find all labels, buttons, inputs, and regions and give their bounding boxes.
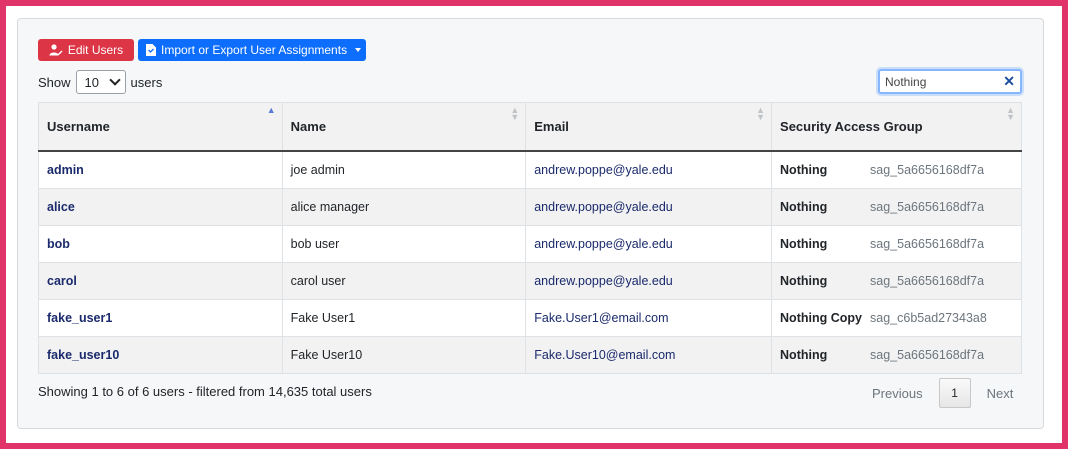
name-cell: Fake User10 bbox=[281, 336, 527, 374]
column-header-security-access-group[interactable]: Security Access Group ▲ ▼ bbox=[771, 102, 1022, 152]
group-id: sag_5a6656168df7a bbox=[870, 348, 985, 362]
import-export-button[interactable]: Import or Export User Assignments bbox=[138, 39, 366, 61]
group-id: sag_5a6656168df7a bbox=[870, 163, 985, 177]
name-cell: carol user bbox=[281, 262, 527, 300]
email-cell: Fake.User1@email.com bbox=[534, 311, 669, 325]
next-page-link[interactable]: Next bbox=[971, 386, 1030, 401]
table-row: fake_user10 Fake User10 Fake.User10@emai… bbox=[38, 336, 1022, 374]
table-row: alice alice manager andrew.poppe@yale.ed… bbox=[38, 188, 1022, 226]
group-id: sag_5a6656168df7a bbox=[870, 237, 985, 251]
users-label: users bbox=[130, 74, 163, 90]
email-cell: Fake.User10@email.com bbox=[534, 348, 676, 362]
name-cell: Fake User1 bbox=[281, 299, 527, 337]
username-cell[interactable]: carol bbox=[47, 274, 77, 288]
username-cell[interactable]: fake_user1 bbox=[47, 311, 112, 325]
previous-page-link[interactable]: Previous bbox=[856, 386, 939, 401]
clear-search-icon[interactable]: ✕ bbox=[1003, 73, 1015, 90]
sort-icon: ▲ ▼ bbox=[510, 105, 520, 122]
group-name: Nothing bbox=[780, 200, 828, 214]
page-length-select[interactable]: 10 bbox=[75, 70, 126, 94]
username-cell[interactable]: admin bbox=[47, 163, 84, 177]
chevron-down-icon bbox=[108, 74, 121, 86]
name-cell: alice manager bbox=[281, 188, 527, 226]
users-table: Username ▲ Name ▲ ▼ Email ▲ ▼ Security Acc… bbox=[38, 102, 1022, 374]
column-header-email[interactable]: Email ▲ ▼ bbox=[525, 102, 773, 152]
sort-icon: ▲ ▼ bbox=[1006, 105, 1015, 122]
show-label: Show bbox=[38, 74, 71, 90]
group-id: sag_5a6656168df7a bbox=[870, 274, 985, 288]
sort-icon: ▲ ▼ bbox=[756, 105, 766, 122]
table-row: admin joe admin andrew.poppe@yale.edu No… bbox=[38, 150, 1022, 189]
table-row: fake_user1 Fake User1 Fake.User1@email.c… bbox=[38, 299, 1022, 337]
group-name: Nothing bbox=[780, 237, 828, 251]
table-row: carol carol user andrew.poppe@yale.edu N… bbox=[38, 262, 1022, 300]
pagination: Previous 1 Next bbox=[856, 378, 1029, 408]
email-cell: andrew.poppe@yale.edu bbox=[534, 163, 673, 177]
username-cell[interactable]: alice bbox=[47, 200, 75, 214]
username-cell[interactable]: bob bbox=[47, 237, 70, 251]
search-input[interactable]: Nothing ✕ bbox=[878, 69, 1022, 94]
table-header-row: Username ▲ Name ▲ ▼ Email ▲ ▼ Security Acc… bbox=[38, 102, 1022, 152]
toolbar: Edit Users Import or Export User Assignm… bbox=[38, 39, 366, 61]
email-cell: andrew.poppe@yale.edu bbox=[534, 200, 673, 214]
column-header-name[interactable]: Name ▲ ▼ bbox=[281, 102, 527, 152]
search-value: Nothing bbox=[885, 74, 927, 89]
group-id: sag_5a6656168df7a bbox=[870, 200, 985, 214]
page-length-value: 10 bbox=[84, 74, 99, 90]
group-name: Nothing Copy bbox=[780, 311, 862, 325]
group-name: Nothing bbox=[780, 274, 828, 288]
table-info: Showing 1 to 6 of 6 users - filtered fro… bbox=[38, 384, 372, 399]
email-cell: andrew.poppe@yale.edu bbox=[534, 237, 673, 251]
edit-users-button[interactable]: Edit Users bbox=[38, 39, 134, 61]
users-panel: Edit Users Import or Export User Assignm… bbox=[17, 18, 1044, 429]
username-cell[interactable]: fake_user10 bbox=[47, 348, 119, 362]
import-export-label: Import or Export User Assignments bbox=[161, 43, 348, 57]
name-cell: joe admin bbox=[281, 150, 527, 189]
group-name: Nothing bbox=[780, 348, 828, 362]
group-id: sag_c6b5ad27343a8 bbox=[870, 311, 987, 325]
edit-users-label: Edit Users bbox=[67, 43, 124, 57]
user-edit-icon bbox=[49, 44, 63, 56]
column-header-username[interactable]: Username ▲ bbox=[38, 102, 283, 152]
file-icon bbox=[146, 44, 156, 56]
page-frame: Edit Users Import or Export User Assignm… bbox=[6, 6, 1062, 443]
table-row: bob bob user andrew.poppe@yale.edu Nothi… bbox=[38, 225, 1022, 263]
caret-down-icon bbox=[355, 48, 362, 52]
page-1-button[interactable]: 1 bbox=[938, 378, 971, 408]
email-cell: andrew.poppe@yale.edu bbox=[534, 274, 673, 288]
group-name: Nothing bbox=[780, 163, 828, 177]
length-control: Show 10 users bbox=[38, 70, 162, 94]
name-cell: bob user bbox=[281, 225, 527, 263]
sort-ascending-icon: ▲ bbox=[266, 105, 276, 115]
